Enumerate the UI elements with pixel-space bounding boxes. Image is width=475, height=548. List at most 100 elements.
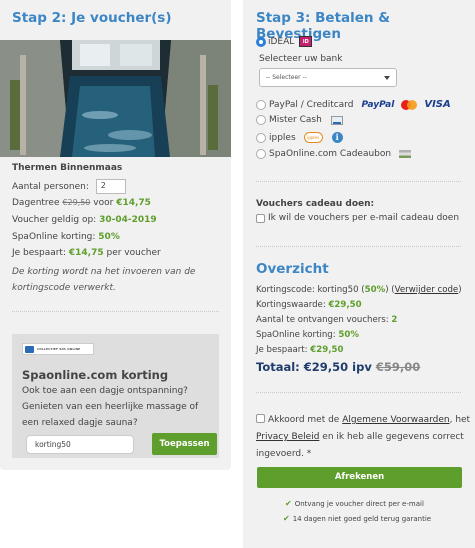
ov-discount-label: SpaOnline korting: xyxy=(256,330,336,340)
total-old-price: €59,00 xyxy=(375,360,421,374)
ipples-label: ipples xyxy=(269,132,296,143)
promo-box: COLLECTIEF SPA ONLINE Spaonline.com kort… xyxy=(12,334,219,458)
saving-value: €14,75 xyxy=(68,248,104,258)
gift-option[interactable]: Ik wil de vouchers per e-mail cadeau doe… xyxy=(256,213,459,223)
mastercard-icon xyxy=(401,99,418,110)
code-label: Kortingscode: korting50 ( xyxy=(256,285,365,295)
bank-select-value: -- Selecteer -- xyxy=(266,74,307,81)
persons-input[interactable]: 2 xyxy=(95,179,126,194)
valid-row: Voucher geldig op: 30-04-2019 xyxy=(12,215,157,225)
terms-agreement: Akkoord met de Algemene Voorwaarden, het… xyxy=(256,412,471,463)
total-label: Totaal: €29,50 ipv xyxy=(256,360,372,374)
ov-discount-value: 50% xyxy=(338,330,359,340)
overview-value-row: Kortingswaarde: €29,50 xyxy=(256,300,362,310)
paypal-logo-icon: PayPal xyxy=(361,99,395,110)
gift-checkbox[interactable] xyxy=(256,213,265,223)
discount-row: SpaOnline korting: 50% xyxy=(12,232,120,242)
saving-row: Je bespaart: €14,75 per voucher xyxy=(12,248,161,258)
saving-label: Je bespaart: xyxy=(12,248,66,258)
paypal-radio[interactable] xyxy=(256,99,266,110)
paypal-label: PayPal / Creditcard xyxy=(269,99,354,110)
discount-label: SpaOnline korting: xyxy=(12,232,96,242)
terms-pre: Akkoord met de xyxy=(268,415,340,425)
benefit-text: Ontvang je voucher direct per e-mail xyxy=(294,499,424,508)
price-new: €14,75 xyxy=(116,198,151,208)
valid-date: 30-04-2019 xyxy=(99,215,157,225)
persons-label: Aantal personen: xyxy=(12,182,89,192)
mistercash-logo-icon xyxy=(330,115,343,125)
spa-name: Thermen Binnenmaas xyxy=(12,163,123,173)
ideal-label: iDEAL xyxy=(268,36,295,47)
promo-title: Spaonline.com korting xyxy=(22,368,169,382)
info-icon[interactable]: i xyxy=(331,132,343,143)
ov-saving-label: Je bespaart: xyxy=(256,345,308,355)
code-percent: 50% xyxy=(364,285,386,295)
overview-discount-row: SpaOnline korting: 50% xyxy=(256,330,359,340)
checkmark-icon: ✔ xyxy=(283,514,290,523)
step2-heading: Stap 2: Je voucher(s) xyxy=(12,10,172,26)
payment-option-ideal[interactable]: iDEAL iD xyxy=(256,36,313,47)
giftcard-radio[interactable] xyxy=(256,149,266,159)
overview-count-row: Aantal te ontvangen vouchers: 2 xyxy=(256,315,397,325)
code-end: ) xyxy=(458,285,462,295)
mistercash-label: Mister Cash xyxy=(269,115,322,125)
count-value: 2 xyxy=(391,315,398,325)
checkmark-icon: ✔ xyxy=(285,499,292,508)
total-row: Totaal: €29,50 ipv €59,00 xyxy=(256,360,420,374)
divider xyxy=(12,311,219,312)
price-mid: voor xyxy=(93,198,114,208)
benefit-item: ✔ 14 dagen niet goed geld terug garantie xyxy=(283,514,431,523)
ov-saving-value: €29,50 xyxy=(310,345,344,355)
apply-coupon-button[interactable]: Toepassen xyxy=(152,433,217,455)
divider xyxy=(256,246,461,247)
giftcard-logo-icon xyxy=(399,150,412,158)
ideal-radio[interactable] xyxy=(256,36,266,47)
terms-link[interactable]: Algemene Voorwaarden xyxy=(342,415,449,425)
visa-logo-icon: VISA xyxy=(424,99,451,110)
terms-checkbox[interactable] xyxy=(256,414,265,423)
coupon-code-input[interactable]: korting50 xyxy=(26,435,134,454)
valid-label: Voucher geldig op: xyxy=(12,215,97,225)
divider xyxy=(256,181,461,182)
ipples-logo-icon: ipples xyxy=(303,132,323,143)
gift-title: Vouchers cadeau doen: xyxy=(256,199,375,209)
count-label: Aantal te ontvangen vouchers: xyxy=(256,315,389,325)
overview-saving-row: Je bespaart: €29,50 xyxy=(256,345,343,355)
logo-text: COLLECTIEF SPA ONLINE xyxy=(37,347,81,351)
logo-mark-icon xyxy=(25,345,34,353)
payment-option-mistercash[interactable]: Mister Cash xyxy=(256,115,343,125)
payment-option-giftcard[interactable]: SpaOnline.com Cadeaubon xyxy=(256,149,412,159)
price-old: €29,50 xyxy=(62,198,91,207)
price-prefix: Dagentree xyxy=(12,198,60,208)
mistercash-radio[interactable] xyxy=(256,115,266,125)
voucher-panel: Stap 2: Je voucher(s) Thermen Binnenmaas… xyxy=(0,0,231,470)
benefit-item: ✔ Ontvang je voucher direct per e-mail xyxy=(285,499,424,508)
chevron-down-icon xyxy=(384,76,390,80)
spa-pool-image xyxy=(0,40,231,157)
value-label: Kortingswaarde: xyxy=(256,300,326,310)
ipples-radio[interactable] xyxy=(256,132,266,143)
code-mid: ) ( xyxy=(385,285,395,295)
checkout-button[interactable]: Afrekenen xyxy=(257,467,462,488)
promo-text: Ook toe aan een dagje ontspanning? Genie… xyxy=(22,386,199,428)
price-row: Dagentree €29,50 voor €14,75 xyxy=(12,198,151,208)
terms-mid: , het xyxy=(449,415,471,425)
remove-code-link[interactable]: Verwijder code xyxy=(395,285,459,295)
persons-row: Aantal personen: 2 xyxy=(12,179,126,194)
privacy-link[interactable]: Privacy Beleid xyxy=(256,432,319,442)
divider xyxy=(256,392,461,393)
overview-code-row: Kortingscode: korting50 (50%) (Verwijder… xyxy=(256,285,462,295)
payment-option-paypal[interactable]: PayPal / Creditcard PayPal VISA xyxy=(256,99,451,110)
gift-checkbox-label: Ik wil de vouchers per e-mail cadeau doe… xyxy=(268,213,460,223)
giftcard-label: SpaOnline.com Cadeaubon xyxy=(269,149,392,159)
spaonline-logo: COLLECTIEF SPA ONLINE xyxy=(22,343,94,355)
overview-title: Overzicht xyxy=(256,261,329,277)
value-amount: €29,50 xyxy=(328,300,362,310)
bank-select[interactable]: -- Selecteer -- xyxy=(259,68,397,87)
ideal-logo-icon: iD xyxy=(299,36,313,47)
payment-option-ipples[interactable]: ipples ipples i xyxy=(256,132,343,143)
discount-value: 50% xyxy=(98,232,120,242)
benefit-text: 14 dagen niet goed geld terug garantie xyxy=(292,514,432,523)
bank-label: Selecteer uw bank xyxy=(259,54,343,64)
payment-panel: Stap 3: Betalen & Bevestigen iDEAL iD Se… xyxy=(243,0,475,548)
